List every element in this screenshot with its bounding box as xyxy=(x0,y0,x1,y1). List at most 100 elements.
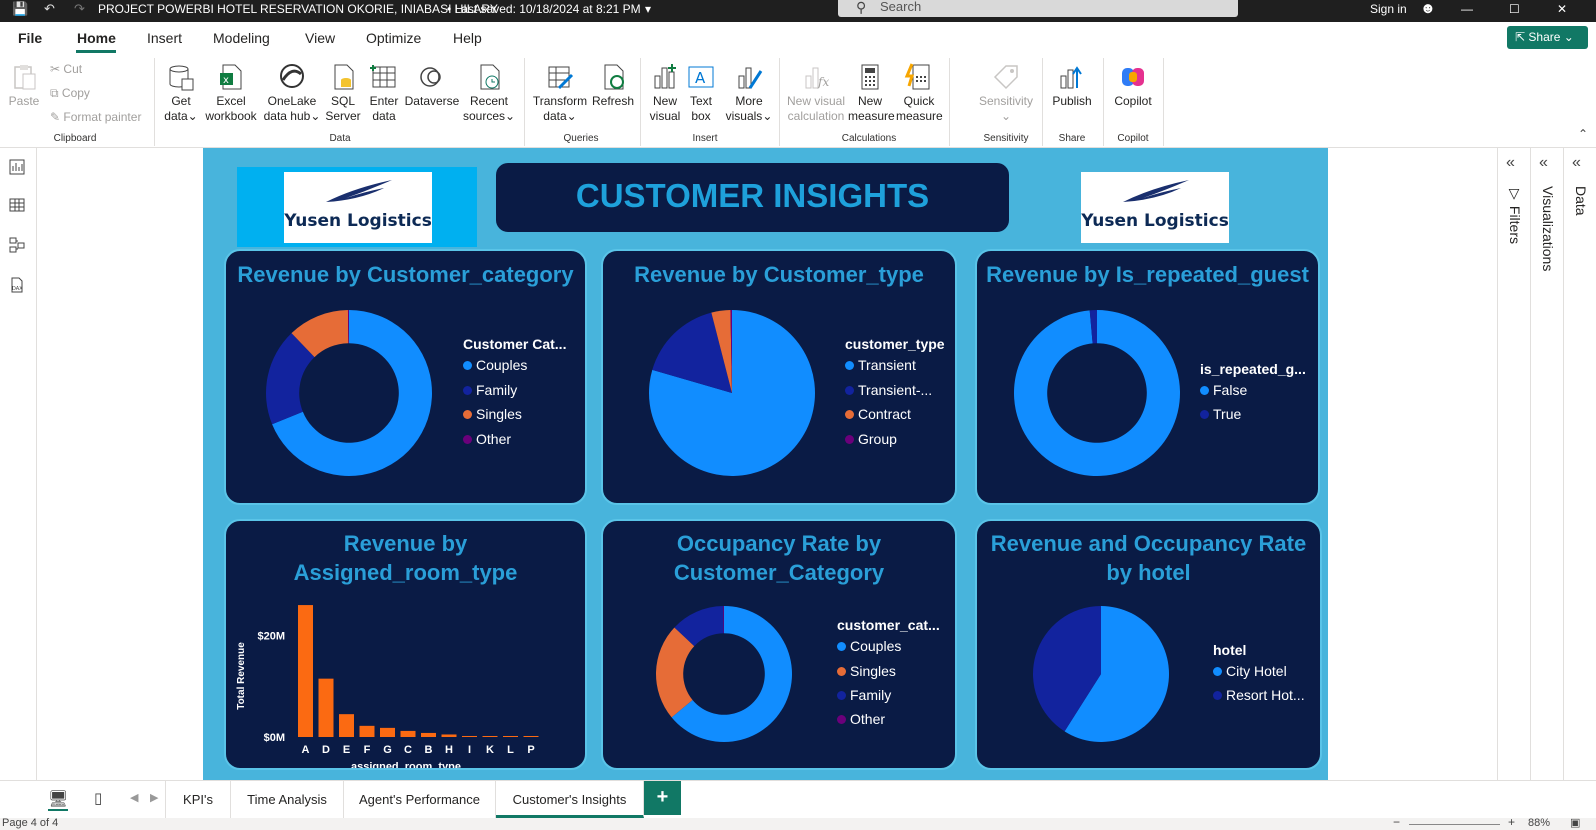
expand-chevron-icon[interactable]: « xyxy=(1506,154,1515,172)
model-view-icon[interactable] xyxy=(8,236,26,254)
page-tab-time-analysis[interactable]: Time Analysis xyxy=(231,781,344,818)
page-tab-kpis[interactable]: KPI's xyxy=(165,781,231,818)
onelake-button[interactable]: OneLake data hub⌄ xyxy=(263,62,321,124)
bar-chart-room-type[interactable]: A D E F G C B H I K L P $0M $20M assigned_room_type Tot… xyxy=(226,591,585,768)
page-tab-agents-performance[interactable]: Agent's Performance xyxy=(344,781,496,818)
add-page-button[interactable]: + xyxy=(644,781,681,815)
dax-query-view-icon[interactable]: DAX xyxy=(8,276,26,294)
sensitivity-button[interactable]: Sensitivity ⌄ xyxy=(975,62,1037,124)
pie-chart-hotel[interactable] xyxy=(1031,604,1171,744)
desktop-layout-icon[interactable]: 🖥 xyxy=(48,789,69,811)
legend-item[interactable]: Singles xyxy=(463,406,522,422)
bar-C[interactable] xyxy=(400,730,416,737)
data-pane-label[interactable]: Data xyxy=(1573,186,1589,216)
zoom-level[interactable]: 88% xyxy=(1528,817,1550,829)
legend-item[interactable]: Transient xyxy=(845,357,916,373)
get-data-button[interactable]: Get data⌄ xyxy=(162,62,200,124)
zoom-out-button[interactable]: − xyxy=(1393,815,1400,829)
share-button[interactable]: ⇱ Share ⌄ xyxy=(1507,26,1588,49)
chart-card-occupancy-category[interactable]: Occupancy Rate by Customer_Category cust… xyxy=(601,519,957,770)
legend-item[interactable]: True xyxy=(1200,406,1241,422)
tab-help[interactable]: Help xyxy=(453,30,482,46)
tab-home[interactable]: Home xyxy=(77,30,116,46)
bar-D[interactable] xyxy=(318,678,334,737)
new-measure-button[interactable]: New measure xyxy=(848,62,895,124)
collapse-ribbon-icon[interactable]: ⌃ xyxy=(1578,127,1588,141)
enter-data-button[interactable]: Enter data xyxy=(364,62,404,124)
last-saved-text[interactable]: • Last saved: 10/18/2024 at 8:21 PM xyxy=(447,0,641,22)
zoom-slider[interactable] xyxy=(1409,824,1500,825)
bar-G[interactable] xyxy=(380,727,395,737)
bar-H[interactable] xyxy=(441,734,457,737)
company-logo-left[interactable]: Yusen Logistics xyxy=(284,172,432,243)
filters-pane-collapsed[interactable]: « ▽ Filters xyxy=(1497,148,1530,780)
save-icon[interactable]: 💾 xyxy=(12,0,28,22)
expand-chevron-icon[interactable]: « xyxy=(1539,154,1548,172)
scroll-right-icon[interactable]: ▶ xyxy=(150,791,158,804)
legend-item[interactable]: Family xyxy=(463,382,517,398)
new-visual-calculation-button[interactable]: fx New visual calculation xyxy=(786,62,846,124)
recent-sources-button[interactable]: Recent sources⌄ xyxy=(463,62,515,124)
legend-item[interactable]: City Hotel xyxy=(1213,663,1287,679)
sql-server-button[interactable]: SQL Server xyxy=(323,62,363,124)
bar-E[interactable] xyxy=(339,714,354,737)
legend-item[interactable]: Contract xyxy=(845,406,911,422)
legend-item[interactable]: False xyxy=(1200,382,1247,398)
transform-data-button[interactable]: Transform data⌄ xyxy=(531,62,589,124)
chevron-down-icon[interactable]: ▾ xyxy=(645,0,651,22)
close-icon[interactable]: ✕ xyxy=(1557,0,1567,22)
legend-item[interactable]: Singles xyxy=(837,663,896,679)
tab-insert[interactable]: Insert xyxy=(147,30,182,46)
new-visual-button[interactable]: New visual xyxy=(646,62,684,124)
bar-L[interactable] xyxy=(503,736,518,737)
pie-chart-customer-type[interactable] xyxy=(647,308,817,478)
bar-A[interactable] xyxy=(298,605,313,737)
sign-in-link[interactable]: Sign in xyxy=(1370,0,1407,22)
dataverse-button[interactable]: Dataverse xyxy=(403,62,461,109)
legend-item[interactable]: Other xyxy=(837,711,885,727)
cut-button[interactable]: ✂ Cut xyxy=(50,62,82,76)
tab-modeling[interactable]: Modeling xyxy=(213,30,270,46)
bar-B[interactable] xyxy=(421,732,436,737)
paste-button[interactable]: Paste xyxy=(8,62,40,109)
chart-card-customer-category[interactable]: Revenue by Customer_category Customer Ca… xyxy=(224,249,587,505)
scroll-left-icon[interactable]: ◀ xyxy=(130,791,138,804)
text-box-button[interactable]: A Text box xyxy=(685,62,717,124)
search-input[interactable]: ⚲ Search xyxy=(838,0,1238,17)
bar-I[interactable] xyxy=(462,735,477,737)
legend-item[interactable]: Family xyxy=(837,687,891,703)
legend-item[interactable]: Transient-... xyxy=(845,382,932,398)
data-pane-collapsed[interactable]: « Data xyxy=(1563,148,1596,780)
chart-card-hotel[interactable]: Revenue and Occupancy Rate by hotel hote… xyxy=(975,519,1322,770)
company-logo-right[interactable]: Yusen Logistics xyxy=(1081,172,1229,243)
tab-view[interactable]: View xyxy=(305,30,335,46)
legend-item[interactable]: Group xyxy=(845,431,897,447)
redo-icon[interactable]: ↷ xyxy=(74,0,85,22)
refresh-button[interactable]: Refresh xyxy=(592,62,634,109)
undo-icon[interactable]: ↶ xyxy=(44,0,55,22)
visualizations-pane-collapsed[interactable]: « Visualizations xyxy=(1530,148,1563,780)
bar-F[interactable] xyxy=(359,725,375,737)
donut-chart-occupancy-category[interactable] xyxy=(654,604,794,744)
zoom-in-button[interactable]: + xyxy=(1508,815,1515,829)
tab-file[interactable]: File xyxy=(18,30,42,46)
legend-item[interactable]: Other xyxy=(463,431,511,447)
maximize-icon[interactable]: ☐ xyxy=(1509,0,1520,22)
report-view-icon[interactable] xyxy=(8,158,26,176)
minimize-icon[interactable]: — xyxy=(1461,0,1473,22)
donut-chart-repeated-guest[interactable] xyxy=(1012,308,1182,478)
account-icon[interactable]: ☻ xyxy=(1420,0,1436,22)
mobile-layout-icon[interactable]: ▯ xyxy=(94,789,102,807)
legend-item[interactable]: Couples xyxy=(463,357,527,373)
legend-item[interactable]: Couples xyxy=(837,638,901,654)
format-painter-button[interactable]: ✎ Format painter xyxy=(50,110,141,124)
visualizations-pane-label[interactable]: Visualizations xyxy=(1540,186,1556,271)
chart-card-repeated-guest[interactable]: Revenue by Is_repeated_guest is_repeated… xyxy=(975,249,1320,505)
quick-measure-button[interactable]: Quick measure xyxy=(896,62,943,124)
publish-button[interactable]: Publish xyxy=(1049,62,1095,109)
copy-button[interactable]: ⧉ Copy xyxy=(50,86,90,101)
bar-P[interactable] xyxy=(523,736,539,737)
tab-optimize[interactable]: Optimize xyxy=(366,30,421,46)
fit-to-page-icon[interactable]: ▣ xyxy=(1570,816,1580,829)
bar-K[interactable] xyxy=(482,736,498,737)
